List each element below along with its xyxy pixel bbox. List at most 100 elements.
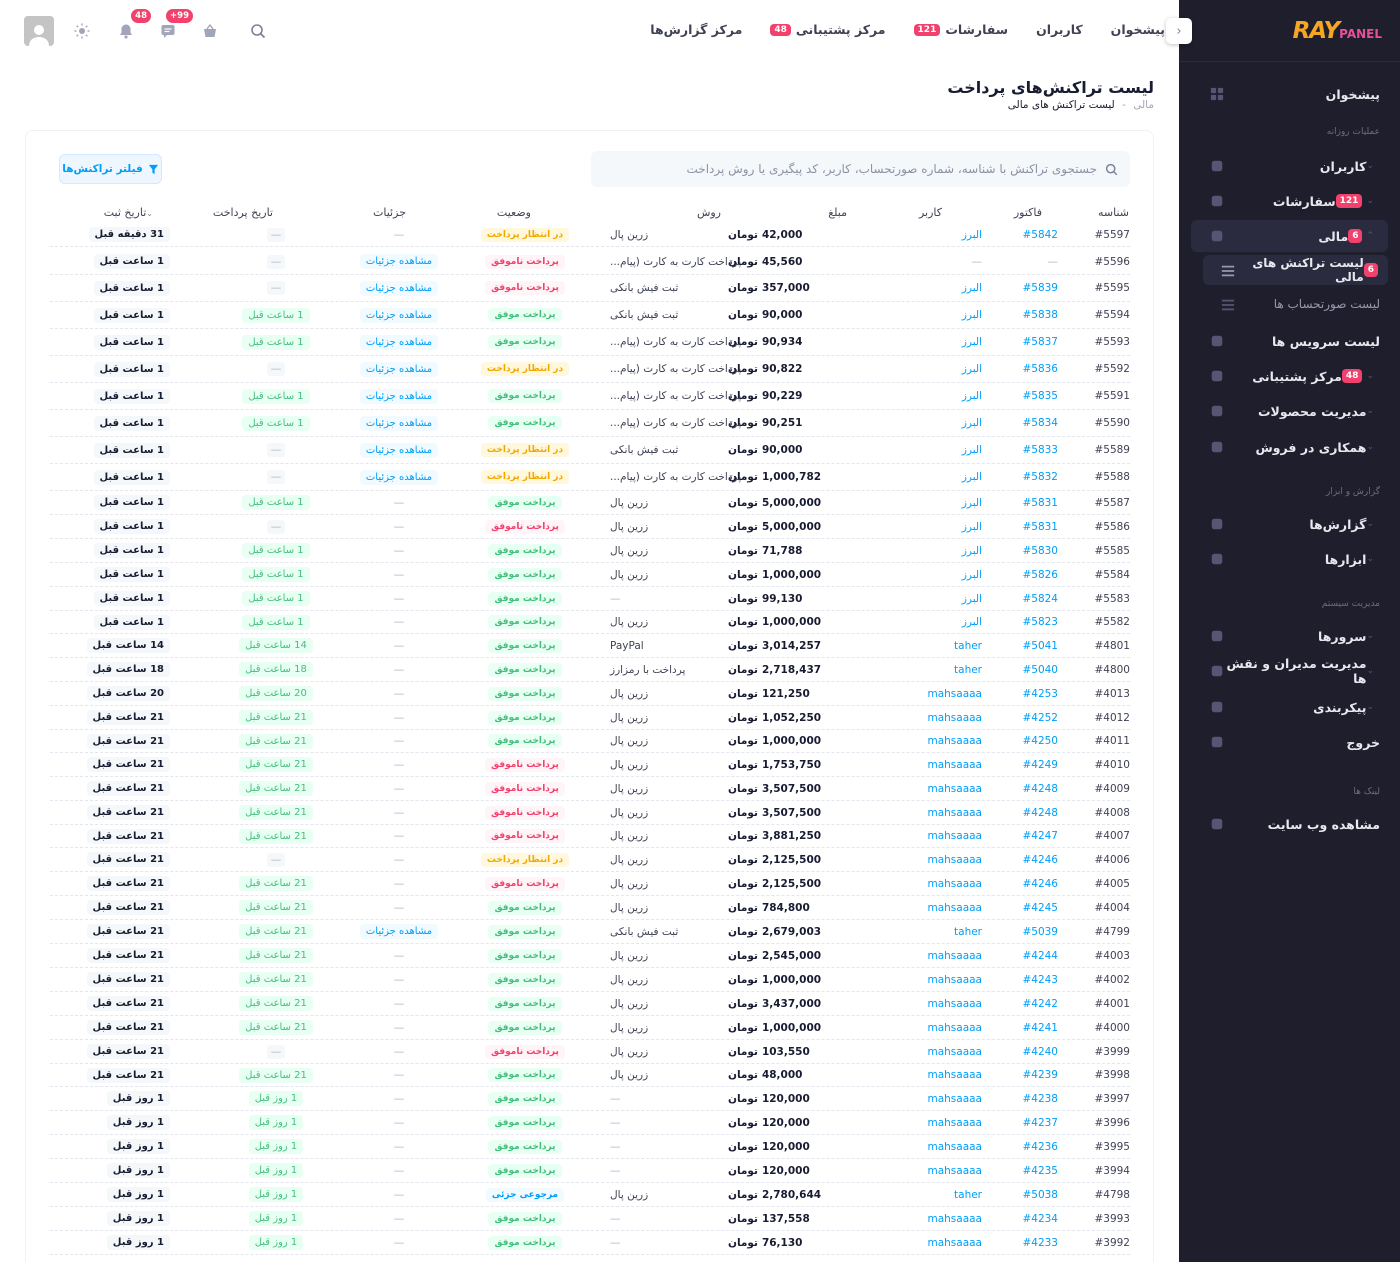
invoice-link[interactable]: #4233 bbox=[1022, 1237, 1058, 1249]
user-link[interactable]: mahsaaaa bbox=[927, 1046, 982, 1058]
invoice-link[interactable]: #4250 bbox=[1022, 735, 1058, 747]
filter-transactions-button[interactable]: فیلتر تراکنش‌ها bbox=[59, 154, 162, 184]
user-link[interactable]: mahsaaaa bbox=[927, 1069, 982, 1081]
table-row[interactable]: #4005 #4246 mahsaaaa 2,125,500 تومان زرین پال… bbox=[50, 872, 1130, 896]
user-link[interactable]: البرز bbox=[962, 282, 982, 294]
invoice-link[interactable]: #5041 bbox=[1022, 640, 1058, 652]
view-details-link[interactable]: مشاهده جزئیات bbox=[359, 469, 439, 485]
user-link[interactable]: mahsaaaa bbox=[927, 1237, 982, 1249]
invoice-link[interactable]: #4248 bbox=[1022, 783, 1058, 795]
user-link[interactable]: mahsaaaa bbox=[927, 902, 982, 914]
topnav-item-1[interactable]: کاربران bbox=[1036, 22, 1083, 37]
user-link[interactable]: mahsaaaa bbox=[927, 759, 982, 771]
invoice-link[interactable]: #4244 bbox=[1022, 950, 1058, 962]
topnav-item-0[interactable]: پیشخوان bbox=[1111, 22, 1165, 37]
user-link[interactable]: البرز bbox=[962, 545, 982, 557]
table-row[interactable]: #3999 #4240 mahsaaaa 103,550 تومان زرین پال پر… bbox=[50, 1040, 1130, 1064]
table-row[interactable]: #4010 #4249 mahsaaaa 1,753,750 تومان زرین پال… bbox=[50, 753, 1130, 777]
user-avatar[interactable] bbox=[24, 16, 54, 46]
view-details-link[interactable]: مشاهده جزئیات bbox=[359, 415, 439, 431]
table-row[interactable]: #4801 #5041 taher 3,014,257 تومان PayPal پرداخ… bbox=[50, 634, 1130, 658]
invoice-link[interactable]: #4240 bbox=[1022, 1046, 1058, 1058]
table-row[interactable]: #4002 #4243 mahsaaaa 1,000,000 تومان زرین پال… bbox=[50, 968, 1130, 992]
table-row[interactable]: #3997 #4238 mahsaaaa 120,000 تومان — پرداخت مو… bbox=[50, 1087, 1130, 1111]
user-link[interactable]: mahsaaaa bbox=[927, 783, 982, 795]
table-row[interactable]: #4012 #4252 mahsaaaa 1,052,250 تومان زرین پال… bbox=[50, 706, 1130, 730]
user-link[interactable]: taher bbox=[954, 1189, 982, 1201]
invoice-link[interactable]: #5826 bbox=[1022, 569, 1058, 581]
user-link[interactable]: البرز bbox=[962, 616, 982, 628]
table-row[interactable]: #4003 #4244 mahsaaaa 2,545,000 تومان زرین پال… bbox=[50, 944, 1130, 968]
sidebar-item-1[interactable]: کاربران ⌄ bbox=[1191, 150, 1388, 182]
view-details-link[interactable]: مشاهده جزئیات bbox=[359, 254, 439, 269]
table-row[interactable]: #4799 #5039 taher 2,679,003 تومان ثبت فیش بان… bbox=[50, 920, 1130, 944]
sidebar-subitem-1[interactable]: لیست صورتحساب ها bbox=[1203, 289, 1388, 319]
invoice-link[interactable]: #4236 bbox=[1022, 1141, 1058, 1153]
table-row[interactable]: #4798 #5038 taher 2,780,644 تومان زرین پال مرج… bbox=[50, 1183, 1130, 1207]
user-link[interactable]: mahsaaaa bbox=[927, 735, 982, 747]
user-link[interactable]: mahsaaaa bbox=[927, 1165, 982, 1177]
search-input[interactable] bbox=[591, 162, 1097, 176]
table-row[interactable]: #5583 #5824 البرز 99,130 تومان — پرداخت موفق — 1… bbox=[50, 587, 1130, 611]
table-row[interactable]: #3998 #4239 mahsaaaa 48,000 تومان زرین پال پرد… bbox=[50, 1064, 1130, 1087]
brand-logo[interactable]: RAYPANEL bbox=[1293, 18, 1382, 44]
sidebar-item-3[interactable]: مالی 6 ⌃ bbox=[1191, 220, 1388, 252]
user-link[interactable]: taher bbox=[954, 664, 982, 676]
user-link[interactable]: mahsaaaa bbox=[927, 878, 982, 890]
user-link[interactable]: taher bbox=[954, 640, 982, 652]
user-link[interactable]: mahsaaaa bbox=[927, 712, 982, 724]
table-row[interactable]: #4008 #4248 mahsaaaa 3,507,500 تومان زرین پال… bbox=[50, 801, 1130, 825]
invoice-link[interactable]: #4245 bbox=[1022, 902, 1058, 914]
table-row[interactable]: #4001 #4242 mahsaaaa 3,437,000 تومان زرین پال… bbox=[50, 992, 1130, 1016]
user-link[interactable]: mahsaaaa bbox=[927, 950, 982, 962]
user-link[interactable]: mahsaaaa bbox=[927, 974, 982, 986]
invoice-link[interactable]: #5837 bbox=[1022, 336, 1058, 348]
view-details-link[interactable]: مشاهده جزئیات bbox=[359, 361, 439, 377]
messages-button[interactable]: +99 bbox=[153, 7, 195, 46]
view-details-link[interactable]: مشاهده جزئیات bbox=[359, 307, 439, 323]
user-link[interactable]: البرز bbox=[962, 593, 982, 605]
table-row[interactable]: #3996 #4237 mahsaaaa 120,000 تومان — پرداخت مو… bbox=[50, 1111, 1130, 1135]
user-link[interactable]: البرز bbox=[962, 521, 982, 533]
invoice-link[interactable]: #5039 bbox=[1022, 926, 1058, 938]
table-row[interactable]: #5595 #5839 البرز 357,000 تومان ثبت فیش بانکی… bbox=[50, 275, 1130, 302]
col-header-reg-date[interactable]: تاریخ ثبت⌄ bbox=[104, 206, 155, 219]
sidebar-item-10[interactable]: سرورها ⌄ bbox=[1191, 620, 1388, 652]
view-details-link[interactable]: مشاهده جزئیات bbox=[359, 388, 439, 404]
invoice-link[interactable]: #5835 bbox=[1022, 390, 1058, 402]
invoice-link[interactable]: #4241 bbox=[1022, 1022, 1058, 1034]
topnav-item-4[interactable]: مرکز گزارش‌ها bbox=[650, 22, 742, 37]
view-details-link[interactable]: مشاهده جزئیات bbox=[359, 280, 439, 296]
user-link[interactable]: البرز bbox=[962, 497, 982, 509]
table-row[interactable]: #4000 #4241 mahsaaaa 1,000,000 تومان زرین پال… bbox=[50, 1016, 1130, 1040]
sidebar-item-0[interactable]: پیشخوان bbox=[1191, 78, 1388, 110]
search-button[interactable] bbox=[243, 16, 273, 46]
table-row[interactable]: #5585 #5830 البرز 71,788 تومان زرین پال پرداخت… bbox=[50, 539, 1130, 563]
invoice-link[interactable]: #5832 bbox=[1022, 471, 1058, 483]
sidebar-item-8[interactable]: گزارش‌ها ⌄ bbox=[1191, 508, 1388, 540]
sidebar-item-11[interactable]: مدیریت مدیران و نقش ها ⌄ bbox=[1191, 655, 1388, 687]
view-details-link[interactable]: مشاهده جزئیات bbox=[359, 334, 439, 350]
sidebar-item-12[interactable]: پیکربندی ⌄ bbox=[1191, 691, 1388, 723]
sidebar-item-7[interactable]: همکاری در فروش ⌄ bbox=[1191, 431, 1388, 463]
user-link[interactable]: mahsaaaa bbox=[927, 1117, 982, 1129]
invoice-link[interactable]: #5831 bbox=[1022, 497, 1058, 509]
sidebar-subitem-0[interactable]: لیست تراکنش های مالی 6 bbox=[1203, 255, 1388, 285]
user-link[interactable]: البرز bbox=[962, 363, 982, 375]
breadcrumb-parent[interactable]: مالی bbox=[1133, 99, 1154, 111]
sidebar-item-9[interactable]: ابزارها ⌄ bbox=[1191, 543, 1388, 575]
table-row[interactable]: #5592 #5836 البرز 90,822 تومان پرداخت کارت به… bbox=[50, 356, 1130, 383]
user-link[interactable]: البرز bbox=[962, 417, 982, 429]
user-link[interactable]: mahsaaaa bbox=[927, 1022, 982, 1034]
col-header-amount[interactable]: مبلغ bbox=[828, 206, 847, 219]
table-row[interactable]: #5589 #5833 البرز 90,000 تومان ثبت فیش بانکی د… bbox=[50, 437, 1130, 464]
table-row[interactable]: #4006 #4246 mahsaaaa 2,125,500 تومان زرین پال… bbox=[50, 848, 1130, 872]
user-link[interactable]: mahsaaaa bbox=[927, 807, 982, 819]
user-link[interactable]: mahsaaaa bbox=[927, 854, 982, 866]
invoice-link[interactable]: #4238 bbox=[1022, 1093, 1058, 1105]
user-link[interactable]: البرز bbox=[962, 390, 982, 402]
invoice-link[interactable]: #5836 bbox=[1022, 363, 1058, 375]
invoice-link[interactable]: #5842 bbox=[1022, 229, 1058, 241]
table-row[interactable]: #5586 #5831 البرز 5,000,000 تومان زرین پال پرد… bbox=[50, 515, 1130, 539]
table-row[interactable]: #4007 #4247 mahsaaaa 3,881,250 تومان زرین پال… bbox=[50, 825, 1130, 848]
